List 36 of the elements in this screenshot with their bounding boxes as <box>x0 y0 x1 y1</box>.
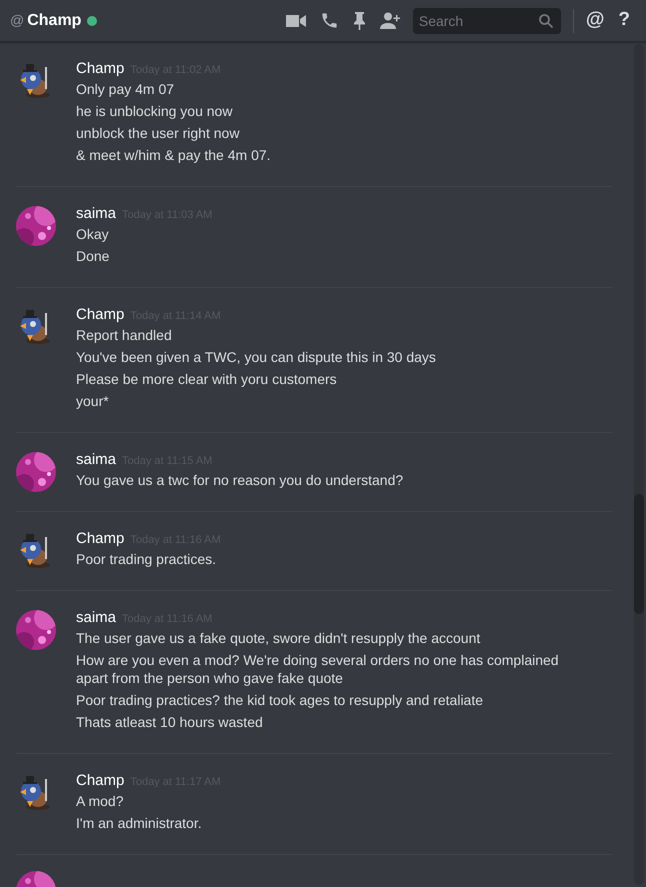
scrollbar-thumb[interactable] <box>634 494 644 614</box>
message-text: your* <box>76 392 110 410</box>
message-text: Okay <box>76 225 110 243</box>
message-text: How are you even a mod? We're doing several orders no one has complained apart from the person who gave fake quote <box>76 651 560 687</box>
message-text: Please be more clear with yoru customers <box>76 370 338 388</box>
message-text: Only pay 4m 07 <box>76 80 176 98</box>
username[interactable]: Champ <box>76 770 124 792</box>
mentions-button[interactable]: @ <box>586 6 604 35</box>
search-icon <box>538 14 553 28</box>
message-text: Poor trading practices? the kid took ages to resupply and retaliate <box>76 691 484 709</box>
pin-icon[interactable] <box>352 12 366 30</box>
video-camera-icon[interactable] <box>286 14 306 28</box>
message-text: Done <box>76 247 110 265</box>
username[interactable]: saima <box>76 607 116 630</box>
username[interactable]: saima <box>76 449 116 472</box>
search-field[interactable]: Search <box>412 8 561 34</box>
message-text: I'm an administrator. <box>76 814 203 832</box>
phone-icon[interactable] <box>320 11 339 30</box>
message-text: A mod? <box>76 792 124 810</box>
username[interactable]: saima <box>76 203 116 226</box>
message-text: unblock the user right now <box>76 124 240 142</box>
message-text: You gave us a twc for no reason you do understand? <box>76 471 404 489</box>
channel-name: Champ <box>27 10 82 30</box>
message-text: Report handled <box>76 326 173 344</box>
help-button[interactable]: ? <box>618 6 630 35</box>
message-text: & meet w/him & pay the 4m 07. <box>76 146 272 164</box>
message-text: The user gave us a fake quote, swore didn't resupply the account <box>76 629 482 647</box>
username[interactable]: Champ <box>76 304 124 326</box>
username[interactable]: Champ <box>76 58 124 80</box>
add-person-icon[interactable] <box>380 12 401 29</box>
username[interactable]: Champ <box>76 528 124 550</box>
at-sign: @ <box>10 11 24 30</box>
message-text: Thats atleast 10 hours wasted <box>76 713 264 731</box>
message-text: he is unblocking you now <box>76 102 234 120</box>
message-text: Poor trading practices. <box>76 550 218 568</box>
message-text: You've been given a TWC, you can dispute this in 30 days <box>76 348 437 366</box>
